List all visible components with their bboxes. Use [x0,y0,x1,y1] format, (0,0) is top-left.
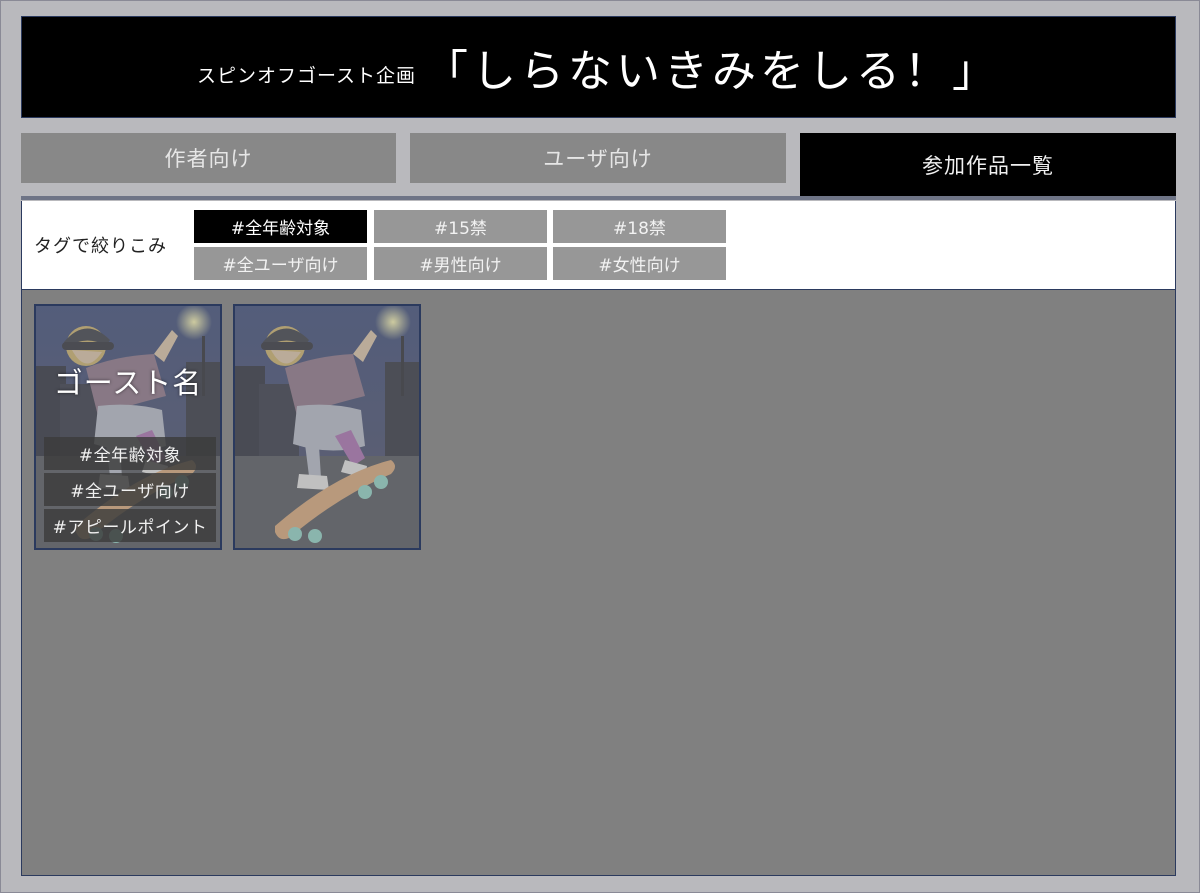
tag-filter-r15[interactable]: #15禁 [374,210,547,243]
entry-card[interactable] [233,304,421,550]
header-title: 「しらないきみをしる！」 [424,46,1001,97]
tag-filter-male[interactable]: #男性向け [374,247,547,280]
entries-grid: ゴースト名 #全年齢対象 #全ユーザ向け #アピールポイント [21,290,1176,876]
tag-filter-r18[interactable]: #18禁 [553,210,726,243]
tab-underline [21,196,1176,200]
tab-for-users[interactable]: ユーザ向け [410,133,786,183]
tag-filter-all-users[interactable]: #全ユーザ向け [194,247,367,280]
card-tag: #全ユーザ向け [44,473,216,506]
site-header: スピンオフゴースト企画 「しらないきみをしる！」 [21,16,1176,118]
card-tag: #全年齢対象 [44,437,216,470]
ghost-name: ゴースト名 [53,366,203,400]
tab-for-authors[interactable]: 作者向け [21,133,396,183]
tag-filter-all-ages[interactable]: #全年齢対象 [194,210,367,243]
entry-card[interactable]: ゴースト名 #全年齢対象 #全ユーザ向け #アピールポイント [34,304,222,550]
tag-filter-female[interactable]: #女性向け [553,247,726,280]
filter-label: タグで絞りこみ [34,236,167,257]
tab-entries-list[interactable]: 参加作品一覧 [800,133,1176,196]
tag-filter-bar: タグで絞りこみ #全年齢対象 #15禁 #18禁 #全ユーザ向け #男性向け #… [21,201,1176,289]
header-subtitle: スピンオフゴースト企画 [196,64,417,87]
card-tag: #アピールポイント [44,509,216,542]
